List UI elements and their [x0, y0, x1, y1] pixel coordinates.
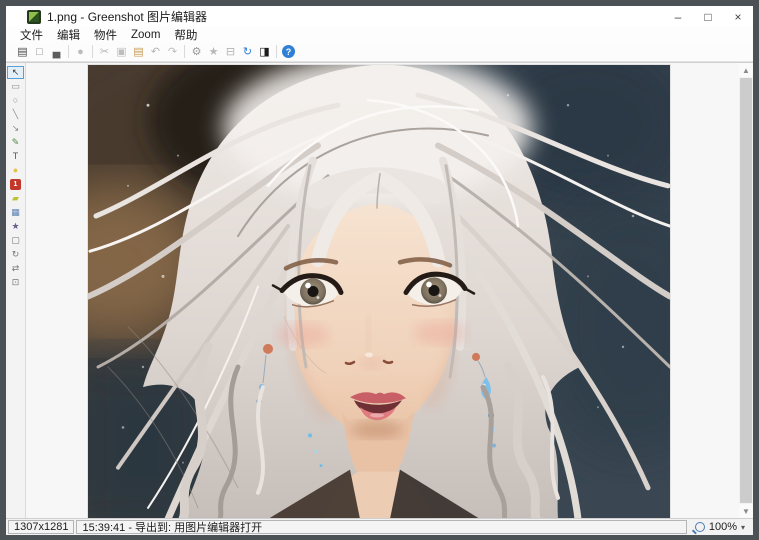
refresh-icon[interactable]: ↻: [239, 44, 256, 60]
status-message: 15:39:41 - 导出到: 用图片编辑器打开: [76, 520, 686, 534]
magnifier-icon: [695, 522, 705, 532]
highlight-tool[interactable]: ▰: [7, 192, 24, 205]
window-title: 1.png - Greenshot 图片编辑器: [47, 8, 207, 25]
obfuscate-tool[interactable]: ▦: [7, 206, 24, 219]
zoom-caret-icon: ▾: [741, 523, 745, 532]
menu-file[interactable]: 文件: [13, 27, 50, 43]
paste-icon[interactable]: ▤: [130, 44, 147, 60]
border-effect-icon[interactable]: ⊟: [222, 44, 239, 60]
minimize-button[interactable]: –: [663, 6, 693, 27]
zoom-level: 100%: [709, 521, 737, 533]
invert-icon[interactable]: ◨: [256, 44, 273, 60]
vertical-scrollbar[interactable]: ▲ ▼: [739, 63, 753, 518]
menu-edit[interactable]: 编辑: [50, 27, 87, 43]
menu-object[interactable]: 物件: [87, 27, 124, 43]
counter-tool[interactable]: 1: [10, 179, 21, 190]
image-dimensions: 1307x1281: [8, 520, 74, 534]
window-controls: –□×: [663, 6, 753, 27]
arrow-tool[interactable]: ↘: [7, 122, 24, 135]
toolbar-separator: [92, 45, 93, 58]
window-frame: 1.png - Greenshot 图片编辑器 –□× 文件编辑物件Zoom帮助…: [0, 0, 759, 540]
print-icon[interactable]: ▄: [48, 44, 65, 60]
duplicate-icon[interactable]: ▣: [113, 44, 130, 60]
toolbar-separator: [276, 45, 277, 58]
image-effects-tool[interactable]: ★: [7, 220, 24, 233]
delete-icon[interactable]: ●: [72, 44, 89, 60]
zoom-control[interactable]: 100% ▾: [687, 520, 751, 534]
freehand-tool[interactable]: ✎: [7, 136, 24, 149]
line-tool[interactable]: ╲: [7, 108, 24, 121]
status-bar: 1307x1281 15:39:41 - 导出到: 用图片编辑器打开 100% …: [6, 518, 753, 535]
save-icon[interactable]: ▤: [14, 44, 31, 60]
scroll-down-arrow-icon[interactable]: ▼: [739, 504, 753, 518]
cut-icon[interactable]: ✂: [96, 44, 113, 60]
menu-bar: 文件编辑物件Zoom帮助: [6, 27, 753, 42]
canvas-area[interactable]: [26, 63, 739, 518]
close-button[interactable]: ×: [723, 6, 753, 27]
portrait-image: [88, 65, 670, 518]
speechbubble-tool[interactable]: ●: [7, 164, 24, 177]
toolbar-separator: [184, 45, 185, 58]
rectangle-tool[interactable]: ▭: [7, 80, 24, 93]
copy-image-icon[interactable]: □: [31, 44, 48, 60]
image-canvas[interactable]: [88, 65, 670, 518]
help-icon[interactable]: ?: [282, 45, 295, 58]
scrollbar-thumb[interactable]: [740, 78, 752, 503]
flip-tool[interactable]: ⇄: [7, 262, 24, 275]
menu-help[interactable]: 帮助: [167, 27, 204, 43]
editor-main: ↖▭○╲↘✎T● 1 ▰▦★▢↻⇄⊡: [6, 62, 753, 518]
greenshot-logo-icon: [27, 10, 41, 24]
toolbar: ▤□▄●✂▣▤↶↷⚙★⊟↻◨?: [6, 42, 753, 62]
toolbar-separator: [68, 45, 69, 58]
text-tool[interactable]: T: [7, 150, 24, 163]
redo-icon[interactable]: ↷: [164, 44, 181, 60]
undo-icon[interactable]: ↶: [147, 44, 164, 60]
cursor-tool[interactable]: ↖: [7, 66, 24, 79]
rotate-tool[interactable]: ↻: [7, 248, 24, 261]
effects-icon[interactable]: ★: [205, 44, 222, 60]
scroll-up-arrow-icon[interactable]: ▲: [739, 63, 753, 77]
ellipse-tool[interactable]: ○: [7, 94, 24, 107]
maximize-button[interactable]: □: [693, 6, 723, 27]
tool-panel: ↖▭○╲↘✎T● 1 ▰▦★▢↻⇄⊡: [6, 63, 26, 518]
greenshot-editor-window: 1.png - Greenshot 图片编辑器 –□× 文件编辑物件Zoom帮助…: [6, 6, 753, 535]
crop-tool[interactable]: ▢: [7, 234, 24, 247]
menu-zoom[interactable]: Zoom: [124, 29, 167, 41]
title-bar[interactable]: 1.png - Greenshot 图片编辑器 –□×: [6, 6, 753, 27]
resize-tool[interactable]: ⊡: [7, 276, 24, 289]
settings-icon[interactable]: ⚙: [188, 44, 205, 60]
